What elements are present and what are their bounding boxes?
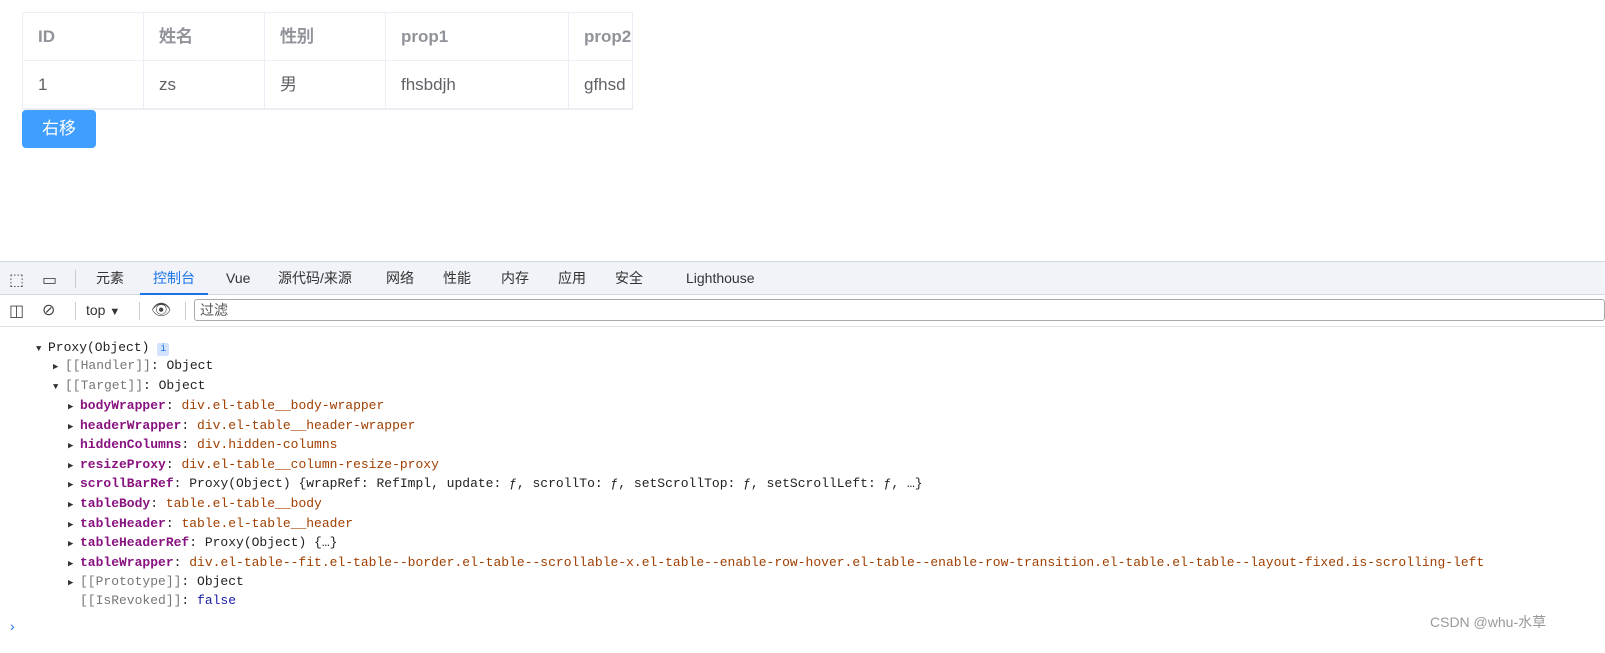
table-header-row: ID 姓名 性别 prop1 prop2 (23, 13, 632, 61)
console-toolbar: ◫ ⊘ top ▼ 👁 过滤 (0, 295, 1605, 327)
prop-key: bodyWrapper (80, 398, 166, 413)
proxy-root[interactable]: ▼ Proxy(Object) i (36, 338, 170, 358)
context-value: top (86, 302, 106, 318)
table-cell: fhsbdjh (386, 61, 569, 108)
property-row[interactable]: ▶ tableWrapper: div.el-table--fit.el-tabl… (68, 553, 1484, 573)
context-select[interactable]: top ▼ (86, 302, 120, 318)
prop-value: div.el-table__header-wrapper (197, 417, 416, 433)
prop-key: [[Prototype]] (80, 574, 182, 589)
prop-key: tableBody (80, 496, 151, 511)
property-row[interactable]: ▶ scrollBarRef: Proxy(Object) {wrapRef: R… (68, 474, 923, 494)
expand-right-icon: ▶ (68, 421, 74, 432)
tab-security[interactable]: 安全 (615, 262, 643, 295)
prop-key: [[Target]] (65, 378, 144, 393)
prop-key: tableHeaderRef (80, 535, 190, 551)
console-prompt-icon[interactable]: › (10, 618, 15, 634)
expand-right-icon: ▶ (68, 500, 74, 510)
property-row[interactable]: ▶ headerWrapper: div.el-table__header-wra… (68, 416, 415, 436)
tab-vue[interactable]: Vue (226, 262, 250, 295)
sidebar-toggle-icon[interactable]: ◫ (9, 301, 24, 321)
property-row[interactable]: ▶ resizeProxy: div.el-table__column-resiz… (68, 455, 439, 475)
header-cell: ID (23, 13, 144, 60)
revoked-row: [[IsRevoked]]: false (80, 593, 237, 608)
prototype-row[interactable]: ▶ [[Prototype]]: Object (68, 572, 244, 592)
root-label: Proxy(Object) (48, 340, 150, 355)
property-row[interactable]: ▶ tableHeader: table.el-table__header (68, 514, 353, 534)
tab-application[interactable]: 应用 (558, 262, 586, 295)
info-badge[interactable]: i (157, 343, 170, 356)
device-toolbar-icon[interactable]: ▭ (42, 270, 57, 290)
property-row[interactable]: ▶ tableHeaderRef: Proxy(Object) {…} (68, 533, 337, 553)
prop-value: Proxy(Object) {…} (204, 535, 338, 551)
header-cell: 性别 (265, 13, 386, 60)
handler-row[interactable]: ▶ [[Handler]]: Object (53, 356, 213, 376)
tab-performance[interactable]: 性能 (443, 262, 471, 295)
prop-value: div.el-table--fit.el-table--border.el-ta… (189, 554, 1485, 570)
dropdown-arrow-icon: ▼ (109, 306, 121, 318)
table-cell: 男 (265, 61, 386, 108)
table-cell: zs (144, 61, 265, 108)
prop-key: headerWrapper (80, 417, 182, 433)
table-row: 1 zs 男 fhsbdjh gfhsd (23, 61, 632, 108)
target-row[interactable]: ▼ [[Target]]: Object (53, 376, 205, 396)
header-cell: prop2 (569, 13, 632, 60)
tab-memory[interactable]: 内存 (501, 262, 529, 295)
expand-right-icon: ▶ (68, 539, 74, 550)
expand-right-icon: ▶ (68, 460, 74, 471)
move-right-button[interactable]: 右移 (22, 110, 96, 148)
prop-value: Object (166, 358, 214, 373)
prop-value: false (197, 593, 237, 608)
prop-key: tableHeader (80, 515, 166, 531)
tab-elements[interactable]: 元素 (96, 262, 124, 295)
expand-right-icon: ▶ (68, 578, 74, 588)
table-cell: gfhsd (569, 61, 632, 108)
devtools-tabbar: ⬚ ▭ 元素 控制台 Vue 源代码/来源 网络 性能 内存 应用 安全 Lig… (0, 261, 1605, 295)
eye-icon[interactable]: 👁 (151, 300, 171, 320)
clear-console-icon[interactable]: ⊘ (42, 300, 55, 320)
tab-sources[interactable]: 源代码/来源 (278, 262, 352, 295)
expand-right-icon: ▶ (68, 480, 74, 491)
expand-down-icon: ▼ (36, 344, 42, 354)
prop-value: div.hidden-columns (197, 437, 338, 453)
filter-input[interactable]: 过滤 (194, 299, 1605, 321)
property-row[interactable]: ▶ tableBody: table.el-table__body (68, 494, 322, 514)
tab-network[interactable]: 网络 (386, 262, 414, 295)
expand-right-icon: ▶ (68, 519, 74, 530)
table-cell: 1 (23, 61, 144, 108)
expand-right-icon: ▶ (68, 558, 74, 569)
expand-right-icon: ▶ (68, 441, 74, 452)
prop-value: Object (197, 574, 244, 589)
property-row[interactable]: ▶ bodyWrapper: div.el-table__body-wrapper (68, 396, 384, 416)
prop-key: hiddenColumns (80, 437, 182, 453)
prop-key: tableWrapper (80, 554, 174, 570)
tab-lighthouse[interactable]: Lighthouse (686, 262, 755, 295)
header-cell: 姓名 (144, 13, 265, 60)
prop-key: [[Handler]] (65, 358, 151, 373)
expand-right-icon: ▶ (53, 362, 59, 372)
property-row[interactable]: ▶ hiddenColumns: div.hidden-columns (68, 435, 337, 455)
prop-value: table.el-table__body (165, 496, 322, 511)
expand-down-icon: ▼ (53, 382, 59, 392)
expand-right-icon: ▶ (68, 402, 74, 412)
prop-value: div.el-table__body-wrapper (181, 398, 385, 413)
prop-key: [[IsRevoked]] (80, 593, 182, 608)
watermark: CSDN @whu-水草 (1430, 614, 1547, 630)
tab-console[interactable]: 控制台 (140, 262, 208, 295)
prop-value: div.el-table__column-resize-proxy (181, 456, 439, 472)
prop-key: resizeProxy (80, 456, 166, 472)
prop-value: Proxy(Object) {wrapRef: RefImpl, update:… (189, 476, 923, 492)
data-table: ID 姓名 性别 prop1 prop2 1 zs 男 fhsbdjh gfhs… (22, 12, 633, 110)
prop-value: table.el-table__header (181, 515, 354, 531)
inspect-element-icon[interactable]: ⬚ (9, 270, 24, 290)
prop-key: scrollBarRef (80, 476, 174, 492)
prop-value: Object (158, 378, 206, 393)
header-cell: prop1 (386, 13, 569, 60)
